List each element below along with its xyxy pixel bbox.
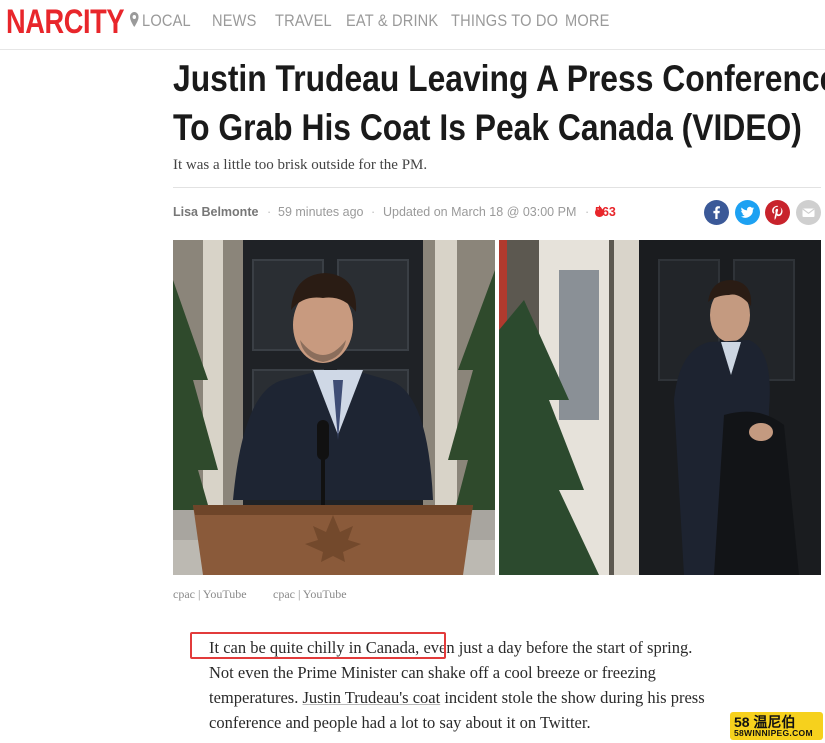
meta-separator: · (585, 205, 590, 219)
headline-line-2: To Grab His Coat Is Peak Canada (VIDEO) (173, 107, 802, 148)
top-navigation-bar: NARCITY LOCAL NEWS TRAVEL EAT & DRINK TH… (0, 0, 825, 50)
share-pinterest-button[interactable] (765, 200, 790, 225)
article-image-left (173, 240, 495, 575)
nav-item-things-to-do[interactable]: THINGS TO DO (451, 11, 558, 31)
watermark-url: 58WINNIPEG.COM (734, 728, 813, 738)
hot-count-value: 563 (595, 205, 616, 219)
site-logo[interactable]: NARCITY (6, 3, 124, 41)
body-line: Not even the Prime Minister can shake of… (209, 663, 656, 682)
article-subtitle: It was a little too brisk outside for th… (173, 157, 428, 173)
published-time: 59 minutes ago (278, 205, 364, 219)
body-line: conference and people had a lot to say a… (209, 713, 591, 732)
coat-incident-link[interactable]: Justin Trudeau's coat (302, 688, 440, 707)
nav-item-label: LOCAL (142, 11, 191, 30)
article-image-right (499, 240, 821, 575)
pinterest-icon (772, 205, 783, 220)
updated-time: Updated on March 18 @ 03:00 PM (383, 205, 577, 219)
email-icon (802, 208, 815, 217)
meta-separator: · (371, 205, 376, 219)
body-text-segment: even just a day before the start of spri… (419, 638, 693, 657)
share-twitter-button[interactable] (735, 200, 760, 225)
share-facebook-button[interactable] (704, 200, 729, 225)
body-line: temperatures. Justin Trudeau's coat inci… (209, 685, 809, 710)
nav-item-news[interactable]: NEWS (212, 11, 257, 31)
body-text-segment: incident stole the show during his press (440, 688, 705, 707)
location-pin-icon (130, 12, 139, 32)
nav-item-local[interactable]: LOCAL (130, 11, 191, 32)
article-headline: Justin Trudeau Leaving A Press Conferenc… (173, 54, 825, 152)
nav-item-travel[interactable]: TRAVEL (275, 11, 332, 31)
nav-item-eat-drink[interactable]: EAT & DRINK (346, 11, 438, 31)
meta-separator: · (267, 205, 272, 219)
twitter-icon (741, 206, 755, 218)
body-text-segment: temperatures. (209, 688, 303, 707)
author-name[interactable]: Lisa Belmonte (173, 205, 258, 219)
highlight-annotation-box (190, 632, 446, 659)
image-credit-left: cpac | YouTube (173, 587, 247, 601)
divider (173, 187, 821, 188)
facebook-icon (713, 206, 720, 219)
image-credit-right: cpac | YouTube (273, 587, 347, 601)
nav-item-more[interactable]: MORE (565, 11, 610, 31)
share-email-button[interactable] (796, 200, 821, 225)
watermark-logo: 58 温尼伯 58WINNIPEG.COM (730, 712, 823, 740)
headline-line-1: Justin Trudeau Leaving A Press Conferenc… (173, 58, 825, 99)
